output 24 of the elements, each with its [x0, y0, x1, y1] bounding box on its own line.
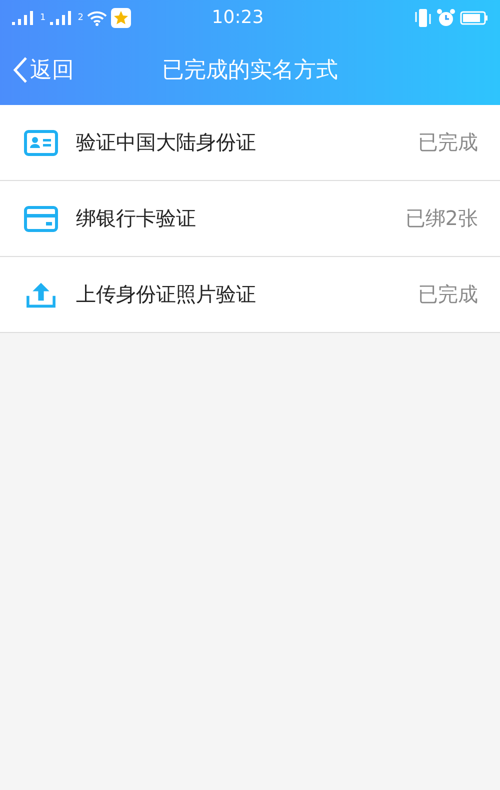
back-chevron-icon — [12, 56, 28, 84]
signal-icon — [12, 10, 36, 24]
item-label: 上传身份证照片验证 — [76, 281, 257, 308]
alarm-icon — [436, 8, 456, 28]
page-title: 已完成的实名方式 — [162, 57, 338, 85]
item-status: 已绑2张 — [405, 205, 478, 232]
list-item[interactable]: 上传身份证照片验证 已完成 — [0, 257, 500, 333]
item-label: 绑银行卡验证 — [76, 205, 197, 232]
clock-time: 10:23 — [210, 7, 265, 28]
item-status: 已完成 — [418, 281, 478, 308]
list-item[interactable]: 验证中国大陆身份证 已完成 — [0, 105, 500, 181]
signal-icon — [50, 10, 74, 24]
battery-icon — [460, 10, 488, 24]
upload-icon — [24, 280, 58, 308]
item-status: 已完成 — [418, 129, 478, 156]
sim-label: 2 — [78, 12, 84, 22]
star-app-icon — [111, 8, 132, 28]
item-label: 验证中国大陆身份证 — [76, 129, 257, 156]
sim-label: 1 — [40, 12, 46, 22]
bank-card-icon — [24, 204, 58, 232]
list-item[interactable]: 绑银行卡验证 已绑2张 — [0, 181, 500, 257]
id-card-icon — [24, 128, 58, 156]
vibrate-icon — [414, 8, 432, 28]
wifi-icon — [87, 10, 108, 26]
